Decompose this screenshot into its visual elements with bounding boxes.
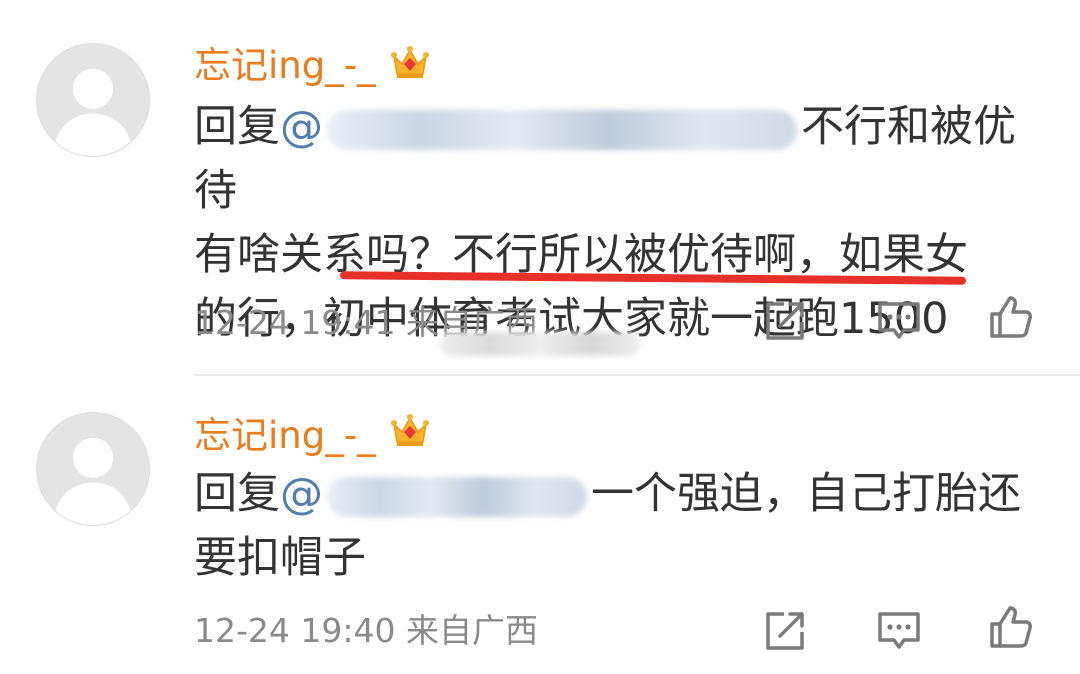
comment-button[interactable] <box>874 606 924 656</box>
share-button[interactable] <box>760 296 810 346</box>
comment-line-1: 回复@ 不行和被优待 <box>194 95 1054 223</box>
crown-icon <box>391 414 429 446</box>
comment-icon <box>878 612 920 649</box>
like-button[interactable] <box>986 602 1036 652</box>
comment-line-2: 要扣帽子 <box>194 533 366 583</box>
timestamp: 12-24 19:41 <box>194 303 396 342</box>
avatar[interactable] <box>36 43 150 157</box>
like-button[interactable] <box>986 292 1036 342</box>
share-icon <box>766 612 804 650</box>
comment-line-1: 回复@ 一个强迫，自己打胎还 <box>194 462 1054 526</box>
location: 来自广西 <box>405 611 538 650</box>
share-icon <box>766 302 804 340</box>
crown-icon <box>391 46 429 78</box>
mention-link[interactable]: @ <box>280 102 323 152</box>
avatar[interactable] <box>36 412 150 526</box>
reply-prefix: 回复 <box>194 469 280 519</box>
redacted-meta <box>440 332 640 356</box>
comment-text-line-1: 一个强迫，自己打胎还 <box>591 469 1021 519</box>
comment-divider <box>194 374 1080 376</box>
reply-prefix: 回复 <box>194 102 280 152</box>
comment-body: 回复@ 一个强迫，自己打胎还 要扣帽子 <box>194 462 1054 590</box>
comment-icon <box>878 302 920 339</box>
default-avatar-icon <box>37 44 149 156</box>
username[interactable]: 忘记ing_-_ <box>194 414 376 458</box>
thumbs-up-icon <box>990 606 1032 648</box>
default-avatar-icon <box>37 413 149 525</box>
redacted-mention <box>327 109 797 150</box>
timestamp: 12-24 19:40 <box>194 611 396 650</box>
share-button[interactable] <box>760 606 810 656</box>
thumbs-up-icon <box>990 296 1032 338</box>
comment-button[interactable] <box>874 296 924 346</box>
mention-link[interactable]: @ <box>280 469 323 519</box>
comment-meta: 12-24 19:40 来自广西 <box>194 611 538 651</box>
redacted-mention <box>327 476 587 517</box>
username[interactable]: 忘记ing_-_ <box>194 44 376 88</box>
